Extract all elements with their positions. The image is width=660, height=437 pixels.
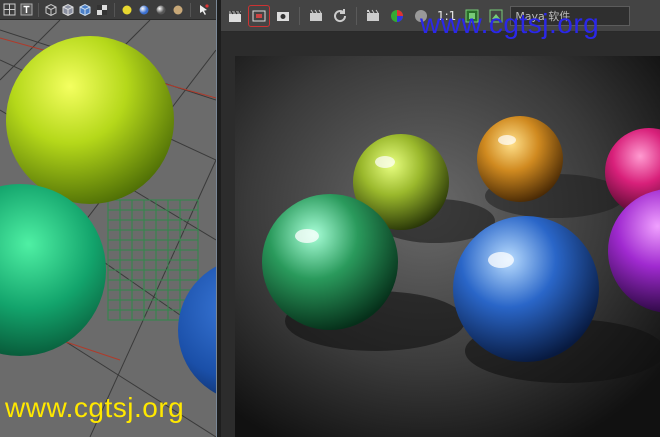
- render-region-icon[interactable]: [248, 4, 270, 27]
- render-image[interactable]: [235, 56, 660, 437]
- sphere-highlight: [488, 252, 514, 268]
- text-tool-icon[interactable]: [19, 3, 33, 17]
- selection-icon[interactable]: [196, 3, 210, 17]
- shaded-cube-icon[interactable]: [61, 3, 75, 17]
- yellow-green-sphere[interactable]: [6, 36, 174, 204]
- clapper-icon[interactable]: [225, 6, 245, 26]
- light-icon[interactable]: [120, 3, 134, 17]
- sphere-highlight: [375, 156, 395, 168]
- maya-render-window: 1:1 Maya 软件 www.cgtsj.org www.cgtsj.org: [0, 0, 660, 437]
- toolbar-separator: [38, 2, 39, 17]
- sphere-highlight: [295, 229, 319, 243]
- textured-cube-icon[interactable]: [78, 3, 92, 17]
- lit-sphere-icon[interactable]: [137, 3, 151, 17]
- grid-icon[interactable]: [2, 3, 16, 17]
- toolbar-separator: [190, 2, 191, 17]
- toolbar-separator: [299, 6, 300, 25]
- ipr-icon[interactable]: [306, 6, 326, 26]
- render-view-panel: 1:1 Maya 软件: [221, 0, 660, 437]
- toolbar-separator: [356, 6, 357, 25]
- wireframe-cube-icon[interactable]: [44, 3, 58, 17]
- render-settings-icon[interactable]: [363, 6, 383, 26]
- toolbar-separator: [114, 2, 115, 17]
- perspective-viewport[interactable]: [0, 0, 216, 437]
- xray-icon[interactable]: [95, 3, 109, 17]
- refresh-icon[interactable]: [330, 6, 350, 26]
- green-metallic-sphere[interactable]: [262, 194, 398, 330]
- orange-metallic-sphere[interactable]: [477, 116, 563, 202]
- isolate-icon[interactable]: [171, 3, 185, 17]
- viewport-scene[interactable]: [0, 20, 216, 437]
- viewport-toolbar: [0, 0, 216, 20]
- watermark-top: www.cgtsj.org: [420, 8, 600, 39]
- sphere-highlight: [498, 135, 516, 145]
- snapshot-icon[interactable]: [273, 6, 293, 26]
- rgb-channel-icon[interactable]: [387, 6, 407, 26]
- blue-metallic-sphere[interactable]: [453, 216, 599, 362]
- watermark-bottom: www.cgtsj.org: [5, 392, 185, 423]
- shadow-icon[interactable]: [154, 3, 168, 17]
